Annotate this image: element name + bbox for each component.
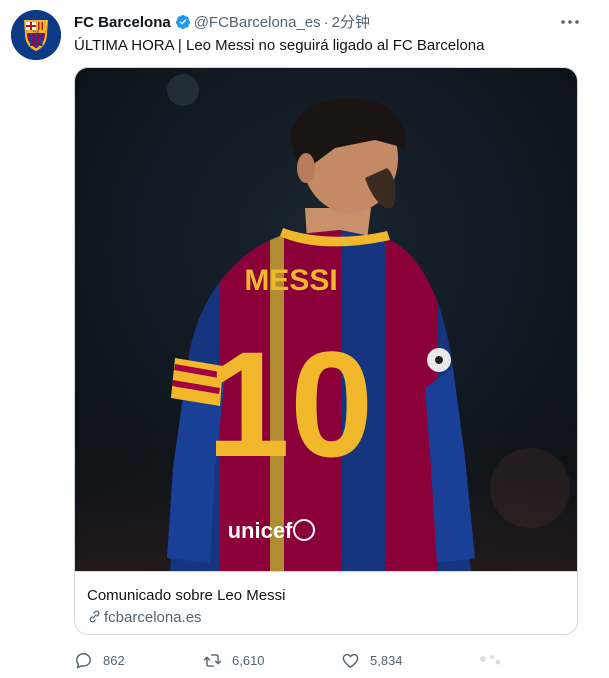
tweet-time[interactable]: 2分钟 bbox=[332, 14, 370, 31]
jersey-name: MESSI bbox=[244, 264, 337, 297]
tweet-header: FC Barcelona @FCBarcelona_es · 2分钟 bbox=[74, 12, 594, 34]
card-meta[interactable]: Comunicado sobre Leo Messi fcbarcelona.e… bbox=[75, 571, 577, 634]
reply-count: 862 bbox=[103, 652, 125, 668]
author-name[interactable]: FC Barcelona bbox=[74, 14, 171, 31]
retweet-button[interactable]: 6,610 bbox=[203, 648, 265, 672]
retweet-count: 6,610 bbox=[232, 652, 265, 668]
verified-badge-icon bbox=[175, 15, 190, 29]
retweet-icon bbox=[203, 653, 222, 667]
link-card[interactable]: MESSI 10 unicef Comunicado sobre Leo Mes… bbox=[74, 67, 578, 635]
card-domain-text: fcbarcelona.es bbox=[104, 609, 202, 626]
watermark-icon bbox=[480, 655, 501, 665]
link-icon bbox=[89, 610, 100, 623]
card-photo: MESSI 10 unicef bbox=[75, 68, 577, 571]
jersey-number: 10 bbox=[207, 320, 374, 488]
like-count: 5,834 bbox=[370, 652, 403, 668]
header-separator: · bbox=[323, 14, 329, 31]
like-icon bbox=[342, 653, 359, 668]
card-domain[interactable]: fcbarcelona.es bbox=[87, 608, 202, 628]
crest-letters: FCB bbox=[33, 29, 40, 33]
tweet-text: ÚLTIMA HORA | Leo Messi no seguirá ligad… bbox=[74, 37, 485, 54]
reply-button[interactable]: 862 bbox=[74, 648, 125, 672]
author-handle[interactable]: @FCBarcelona_es bbox=[194, 14, 321, 31]
jersey-sponsor: unicef bbox=[228, 518, 293, 543]
avatar[interactable]: FCB bbox=[11, 10, 61, 60]
tweet[interactable]: FCB FC Barcelona @FCBarcelona_es · 2分钟 ÚLTI… bbox=[0, 0, 609, 678]
like-button[interactable]: 5,834 bbox=[341, 648, 403, 672]
fcb-crest-icon: FCB bbox=[11, 10, 61, 60]
card-title[interactable]: Comunicado sobre Leo Messi bbox=[87, 586, 285, 606]
reply-icon bbox=[76, 652, 91, 668]
more-options-icon[interactable] bbox=[558, 12, 582, 32]
action-bar: 862 6,610 5,834 bbox=[74, 648, 594, 672]
